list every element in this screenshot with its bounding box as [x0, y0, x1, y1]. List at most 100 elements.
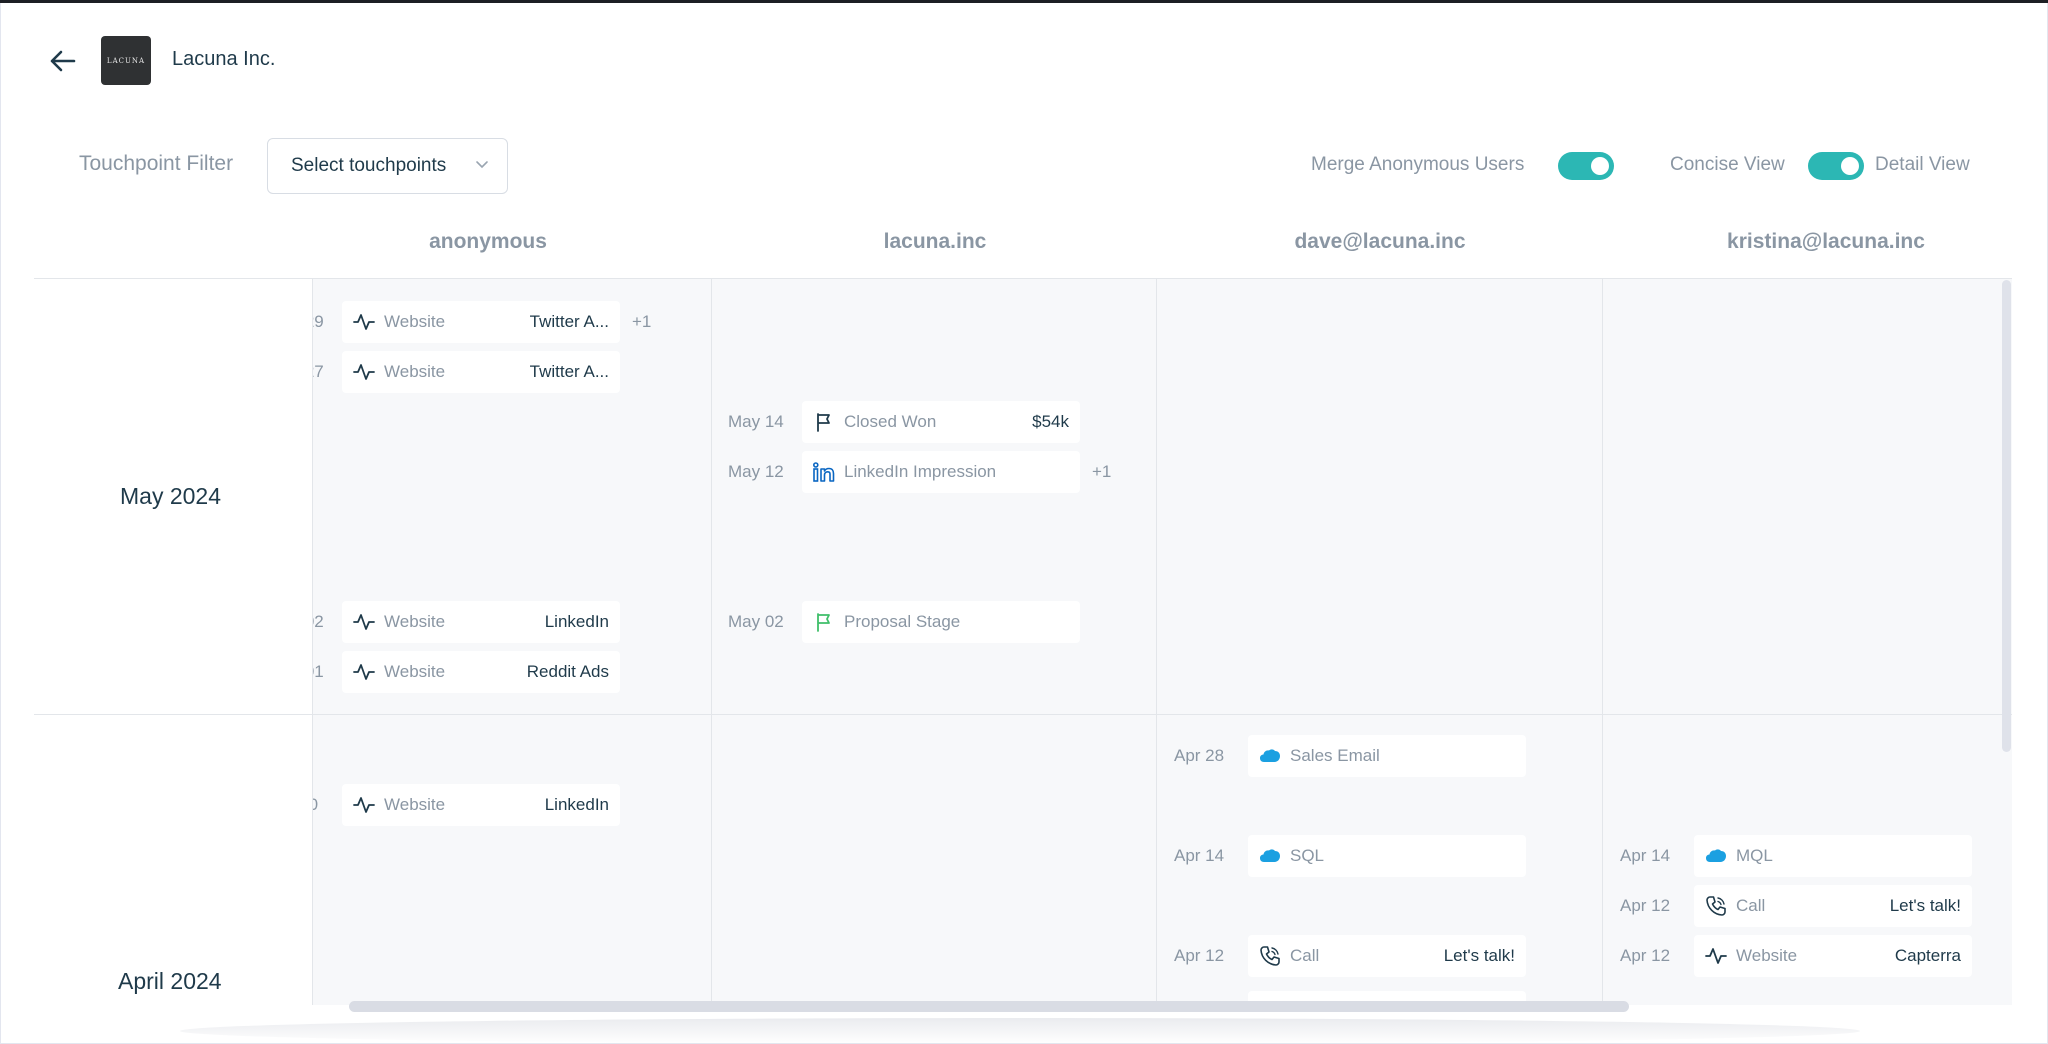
phone-icon — [1696, 895, 1736, 917]
touchpoint-card[interactable]: Call Let's talk! — [1248, 935, 1526, 977]
touchpoint-entry: May 27 Website Twitter A... — [313, 351, 620, 393]
touchpoint-select[interactable]: Select touchpoints — [267, 138, 508, 194]
touchpoint-date: May 12 — [728, 462, 784, 481]
dave-column: Apr 28 Sales Email Apr 14 SQL Apr 12 Cal… — [1157, 279, 1602, 1005]
touchpoint-entry: May 01 Website Reddit Ads — [313, 651, 620, 693]
company-logo: LACUNA — [101, 36, 151, 85]
lacuna-column: May 14 Closed Won $54k May 12 LinkedIn I… — [712, 279, 1156, 1005]
touchpoint-type: Website — [384, 612, 446, 631]
touchpoint-entry: May 29 Website Twitter A... +1 — [313, 301, 651, 343]
more-count[interactable]: +1 — [632, 312, 651, 332]
flag-icon — [804, 412, 844, 432]
bottom-shadow — [180, 1018, 1860, 1044]
toggle-knob — [1591, 157, 1609, 175]
phone-icon — [1250, 945, 1290, 967]
merge-anonymous-toggle[interactable] — [1558, 152, 1614, 180]
touchpoint-type: Sales Email — [1290, 746, 1380, 765]
detail-view-label: Detail View — [1875, 154, 1970, 175]
touchpoint-value: Let's talk! — [1889, 896, 1961, 915]
anonymous-column: May 29 Website Twitter A... +1 May 27 We… — [313, 279, 711, 1005]
salesforce-icon — [1250, 848, 1290, 864]
touchpoint-type: Website — [384, 312, 446, 331]
touchpoint-value: LinkedIn — [544, 795, 609, 814]
view-mode-toggle[interactable] — [1808, 152, 1864, 180]
touchpoint-filter-label: Touchpoint Filter — [79, 152, 234, 175]
column-header-lacuna: lacuna.inc — [883, 230, 987, 253]
touchpoint-card[interactable]: Website Twitter A... — [342, 351, 620, 393]
chevron-down-icon — [476, 161, 488, 169]
touchpoint-type: LinkedIn Impression — [844, 462, 997, 481]
touchpoint-select-placeholder: Select touchpoints — [291, 155, 447, 176]
touchpoint-entry: Apr 12 Call Let's talk! — [1620, 885, 1972, 927]
touchpoint-card[interactable]: Proposal Stage — [802, 601, 1080, 643]
touchpoint-date: Apr 12 — [1174, 946, 1225, 965]
concise-view-label: Concise View — [1670, 154, 1785, 175]
touchpoint-entry: May 02 Website LinkedIn — [313, 601, 620, 643]
touchpoint-entry: Apr 14 MQL — [1620, 835, 1972, 877]
touchpoint-date: Apr 20 — [313, 795, 319, 814]
touchpoint-type: SQL — [1290, 846, 1325, 865]
activity-icon — [344, 613, 384, 631]
touchpoint-card[interactable]: Website Capterra — [1694, 935, 1972, 977]
touchpoint-type: Proposal Stage — [844, 612, 961, 631]
touchpoint-card[interactable]: Call Let's talk! — [1694, 885, 1972, 927]
activity-icon — [1696, 947, 1736, 965]
touchpoint-card[interactable]: Website Reddit Ads — [342, 651, 620, 693]
toggle-knob — [1841, 157, 1859, 175]
merge-anonymous-label: Merge Anonymous Users — [1311, 154, 1525, 175]
touchpoint-value: Twitter A... — [529, 312, 609, 331]
touchpoint-type: Website — [384, 662, 446, 681]
touchpoint-card[interactable]: Website LinkedIn — [342, 784, 620, 826]
activity-icon — [344, 313, 384, 331]
touchpoint-date: May 29 — [313, 312, 324, 331]
kristina-column: Apr 14 MQL Apr 12 Call Let's talk! Apr 1… — [1603, 279, 2001, 1005]
touchpoint-entry: May 14 Closed Won $54k — [728, 401, 1080, 443]
touchpoint-card[interactable]: Closed Won $54k — [802, 401, 1080, 443]
touchpoint-date: Apr 28 — [1174, 746, 1225, 765]
window-top-edge — [0, 0, 2048, 3]
touchpoint-value: $54k — [1032, 412, 1069, 431]
touchpoint-value: Let's talk! — [1443, 946, 1515, 965]
touchpoint-card[interactable]: MQL — [1694, 835, 1972, 877]
horizontal-scrollbar[interactable] — [349, 1001, 1629, 1012]
company-name: Lacuna Inc. — [172, 48, 276, 70]
arrow-left-icon — [50, 50, 76, 72]
touchpoint-type: MQL — [1736, 846, 1773, 865]
touchpoint-entry: May 02 Proposal Stage — [728, 601, 1080, 643]
touchpoint-type: Website — [384, 795, 446, 814]
flag-green-icon — [804, 612, 844, 632]
touchpoint-entry: May 12 LinkedIn Impression +1 — [728, 451, 1111, 493]
touchpoint-type: Website — [384, 362, 446, 381]
touchpoint-card[interactable]: SQL — [1248, 835, 1526, 877]
touchpoint-date: Apr 14 — [1174, 846, 1225, 865]
touchpoint-card[interactable]: Website Twitter A... — [342, 301, 620, 343]
touchpoint-card[interactable]: Website LinkedIn — [342, 601, 620, 643]
touchpoint-type: Call — [1736, 896, 1766, 915]
touchpoint-value: Capterra — [1894, 946, 1961, 965]
vertical-scrollbar[interactable] — [2002, 280, 2011, 752]
touchpoint-entry: Apr 12 Call Let's talk! — [1174, 935, 1526, 977]
touchpoint-type: Call — [1290, 946, 1320, 965]
touchpoint-date: May 01 — [313, 662, 324, 681]
column-header-kristina: kristina@lacuna.inc — [1727, 230, 1925, 253]
touchpoint-date: Apr 12 — [1620, 946, 1671, 965]
touchpoint-card[interactable]: LinkedIn Impression — [802, 451, 1080, 493]
touchpoint-value: Twitter A... — [529, 362, 609, 381]
touchpoint-date: May 27 — [313, 362, 324, 381]
touchpoint-date: May 02 — [313, 612, 324, 631]
column-header-anonymous: anonymous — [429, 230, 547, 253]
month-label-may: May 2024 — [120, 483, 222, 509]
activity-icon — [344, 663, 384, 681]
touchpoint-card[interactable]: Sales Email — [1248, 735, 1526, 777]
touchpoint-value: LinkedIn — [544, 612, 609, 631]
logo-text: LACUNA — [106, 56, 146, 65]
more-count[interactable]: +1 — [1092, 462, 1111, 482]
touchpoint-entry: Apr 12 Website Capterra — [1620, 935, 1972, 977]
touchpoint-type: Website — [1736, 946, 1798, 965]
activity-icon — [344, 796, 384, 814]
salesforce-icon — [1696, 848, 1736, 864]
back-button[interactable] — [46, 44, 80, 78]
touchpoint-date: Apr 12 — [1620, 896, 1671, 915]
touchpoint-date: Apr 14 — [1620, 846, 1671, 865]
touchpoint-value: Reddit Ads — [526, 662, 609, 681]
